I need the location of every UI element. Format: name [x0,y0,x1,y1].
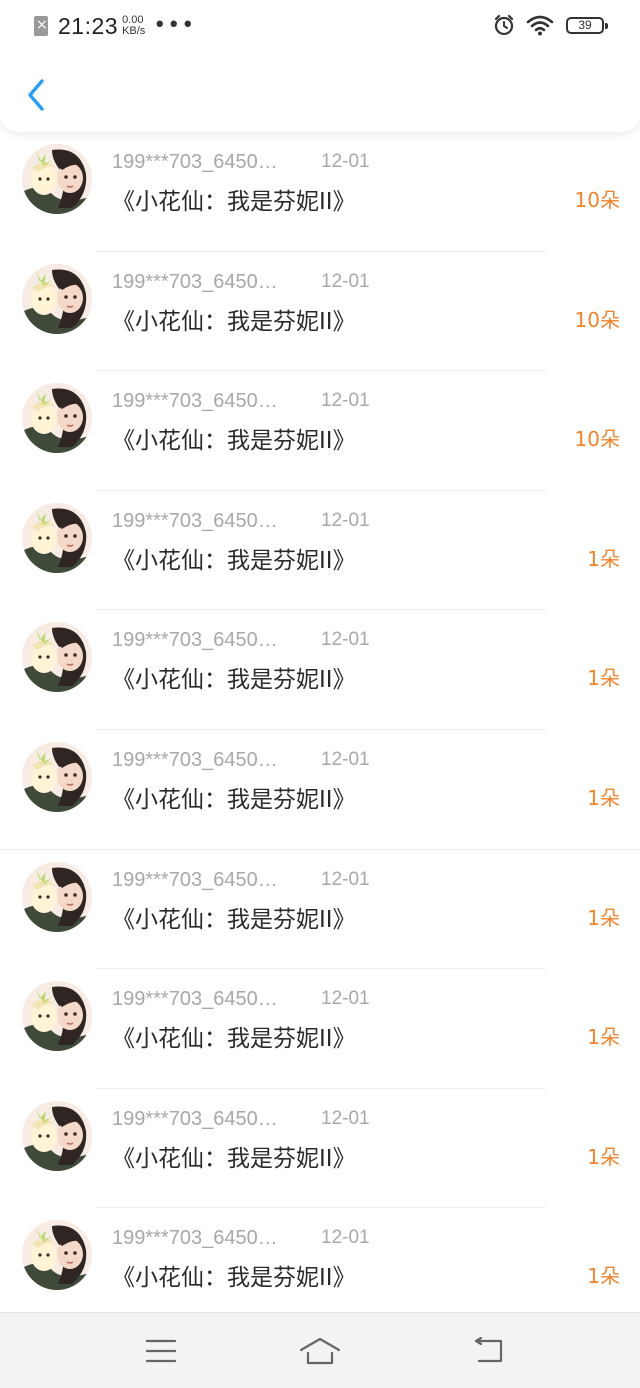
book-title: 《小花仙：我是芬妮II》 [112,189,356,215]
user-name: 199***703_6450… [112,988,278,1011]
flower-amount: 10朵 [574,427,620,452]
gift-record-list: 199***703_6450… 12-01 《小花仙：我是芬妮II》 10朵 1… [0,132,640,1328]
book-title: 《小花仙：我是芬妮II》 [112,1145,356,1172]
list-item[interactable]: 199***703_6450… 12-01 《小花仙：我是芬妮II》 1朵 [0,1089,640,1209]
record-date: 12-01 [321,748,370,770]
alarm-icon [494,14,514,36]
user-name: 199***703_6450… [112,1227,278,1250]
avatar[interactable] [22,144,92,214]
book-title: 《小花仙：我是芬妮II》 [112,547,356,574]
battery-level: 39 [578,18,592,32]
wifi-icon [526,15,554,36]
avatar[interactable] [22,861,92,932]
avatar-illustration [22,861,92,932]
avatar-illustration [22,144,92,214]
list-item[interactable]: 199***703_6450… 12-01 《小花仙：我是芬妮II》 1朵 [0,969,640,1089]
avatar-illustration [22,1220,92,1291]
more-notifications-icon: ••• [153,13,196,38]
menu-button[interactable] [137,1331,185,1371]
avatar[interactable] [22,383,92,454]
status-bar: 21:23 0.00 KB/s ••• 39 [0,0,640,52]
user-name: 199***703_6450… [112,270,278,293]
status-left: 21:23 0.00 KB/s ••• [34,12,195,40]
user-name: 199***703_6450… [112,509,278,532]
user-name: 199***703_6450… [112,1107,278,1130]
battery-icon: 39 [566,16,608,34]
avatar-illustration [22,981,92,1052]
book-title: 《小花仙：我是芬妮II》 [112,428,356,455]
book-title: 《小花仙：我是芬妮II》 [112,1026,356,1053]
avatar[interactable] [22,1100,92,1171]
avatar[interactable] [22,502,92,573]
back-button[interactable] [16,74,56,116]
user-name: 199***703_6450… [112,748,278,771]
header [0,52,640,132]
status-right: 39 [492,10,608,40]
avatar-illustration [22,263,92,334]
flower-amount: 10朵 [574,188,620,212]
record-date: 12-01 [321,1107,370,1129]
record-date: 12-01 [321,629,370,651]
avatar[interactable] [22,263,92,334]
record-date: 12-01 [321,270,370,292]
user-name: 199***703_6450… [112,390,278,413]
network-speed-unit: KB/s [122,25,146,37]
flower-amount: 1朵 [587,905,620,930]
book-title: 《小花仙：我是芬妮II》 [112,1265,356,1292]
book-title: 《小花仙：我是芬妮II》 [112,786,356,813]
flower-amount: 1朵 [587,546,620,571]
avatar-illustration [22,741,92,812]
book-title: 《小花仙：我是芬妮II》 [112,308,356,335]
book-title: 《小花仙：我是芬妮II》 [112,906,356,933]
network-speed: 0.00 KB/s [122,15,145,37]
avatar[interactable] [22,1220,92,1291]
list-item[interactable]: 199***703_6450… 12-01 《小花仙：我是芬妮II》 10朵 [0,132,640,252]
avatar-illustration [22,622,92,693]
record-date: 12-01 [321,1227,370,1249]
avatar-illustration [22,502,92,573]
book-title: 《小花仙：我是芬妮II》 [112,667,356,694]
status-time: 21:23 [58,12,119,39]
flower-amount: 1朵 [587,1264,620,1289]
menu-icon [145,1339,177,1363]
flower-amount: 1朵 [587,785,620,810]
list-item[interactable]: 199***703_6450… 12-01 《小花仙：我是芬妮II》 1朵 [0,610,640,730]
avatar[interactable] [22,622,92,693]
record-date: 12-01 [321,509,370,531]
user-name: 199***703_6450… [112,151,278,173]
record-date: 12-01 [321,390,370,412]
user-name: 199***703_6450… [112,629,278,652]
avatar-illustration [22,1100,92,1171]
back-nav-button[interactable] [464,1331,512,1371]
record-date: 12-01 [321,151,370,172]
home-icon [299,1337,341,1365]
list-item[interactable]: 199***703_6450… 12-01 《小花仙：我是芬妮II》 10朵 [0,371,640,491]
home-button[interactable] [296,1331,344,1371]
list-item[interactable]: 199***703_6450… 12-01 《小花仙：我是芬妮II》 1朵 [0,1208,640,1328]
avatar[interactable] [22,981,92,1052]
system-nav-bar [0,1312,640,1388]
avatar[interactable] [22,741,92,812]
flower-amount: 10朵 [574,307,620,332]
chevron-left-icon [28,79,44,111]
user-name: 199***703_6450… [112,868,278,891]
list-item[interactable]: 199***703_6450… 12-01 《小花仙：我是芬妮II》 1朵 [0,730,640,850]
back-icon [474,1337,503,1363]
list-item[interactable]: 199***703_6450… 12-01 《小花仙：我是芬妮II》 1朵 [0,491,640,611]
flower-amount: 1朵 [587,1025,620,1050]
record-date: 12-01 [321,988,370,1010]
flower-amount: 1朵 [587,666,620,691]
list-item[interactable]: 199***703_6450… 12-01 《小花仙：我是芬妮II》 1朵 [0,850,640,970]
record-date: 12-01 [321,868,370,890]
avatar-illustration [22,383,92,454]
flower-amount: 1朵 [587,1144,620,1169]
no-sim-icon [34,15,48,36]
list-item[interactable]: 199***703_6450… 12-01 《小花仙：我是芬妮II》 10朵 [0,252,640,372]
